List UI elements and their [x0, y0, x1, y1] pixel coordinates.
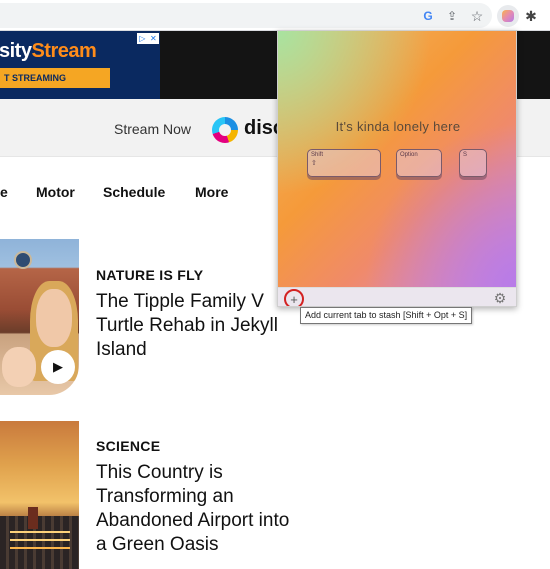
ad-close-icon[interactable]: ✕ [150, 34, 157, 43]
share-icon[interactable]: ⇪ [443, 7, 461, 25]
discovery-logo-icon[interactable] [212, 117, 238, 143]
play-icon[interactable]: ▶ [41, 350, 75, 384]
headline-line[interactable]: a Green Oasis [96, 533, 289, 557]
headline-line[interactable]: Abandoned Airport into [96, 509, 289, 533]
nav-item-schedule[interactable]: Schedule [103, 184, 165, 200]
thumbnail-detail [0, 516, 79, 569]
nav-item-partial[interactable]: e [0, 184, 8, 200]
article-headline[interactable]: This Country is Transforming an Abandone… [96, 461, 289, 557]
puzzle-icon[interactable]: ✱ [522, 7, 540, 25]
thumbnail-detail [28, 507, 38, 529]
thumbnail-detail [2, 347, 36, 387]
add-tab-tooltip: Add current tab to stash [Shift + Opt + … [300, 307, 473, 324]
browser-window: G ⇪ ☆ ✱ sityStream T STREAMING ▷ ✕ Strea… [0, 0, 550, 569]
stream-now-label: Stream Now [114, 121, 192, 137]
browser-toolbar: G ⇪ ☆ ✱ [0, 0, 550, 31]
key-label: Shift [311, 152, 324, 158]
article-thumbnail[interactable]: ▶ [0, 239, 79, 395]
headline-line[interactable]: This Country is [96, 461, 289, 485]
headline-line[interactable]: Transforming an [96, 485, 289, 509]
adchoices-icon: ▷ [139, 34, 146, 43]
option-key-illustration: Option [396, 149, 442, 177]
popup-footer: + ⚙ [278, 287, 516, 307]
key-label: S [463, 152, 468, 158]
extension-stash-icon [502, 10, 514, 22]
nav-item-more[interactable]: More [195, 184, 228, 200]
headline-line[interactable]: Turtle Rehab in Jekyll [96, 314, 278, 338]
extension-stash-button[interactable] [497, 5, 519, 27]
article-thumbnail[interactable] [0, 421, 79, 569]
thumbnail-detail [36, 289, 72, 347]
article-headline[interactable]: The Tipple Family V Turtle Rehab in Jeky… [96, 290, 278, 362]
add-tab-button[interactable]: + [284, 289, 304, 307]
thumbnail-detail [10, 531, 70, 533]
headline-line[interactable]: Island [96, 338, 278, 362]
empty-state-message: It's kinda lonely here [335, 119, 461, 134]
ad-brand: sityStream [0, 40, 97, 62]
nav-item-motor[interactable]: Motor [36, 184, 75, 200]
article-category[interactable]: SCIENCE [96, 438, 160, 454]
s-key-illustration: S [459, 149, 487, 177]
shift-icon: ⇧ [311, 160, 317, 167]
key-label: Option [400, 152, 418, 158]
shift-key-illustration: Shift ⇧ [307, 149, 381, 177]
stash-extension-popup: It's kinda lonely here Shift ⇧ Option S … [277, 30, 517, 307]
bookmark-star-icon[interactable]: ☆ [468, 7, 486, 25]
ad-cta-button[interactable]: T STREAMING [0, 68, 110, 88]
headline-line[interactable]: The Tipple Family V [96, 290, 278, 314]
popup-body: It's kinda lonely here Shift ⇧ Option S [278, 31, 516, 287]
article-category[interactable]: NATURE IS FLY [96, 267, 203, 283]
ad-creative[interactable]: sityStream T STREAMING ▷ ✕ [0, 31, 160, 99]
google-icon[interactable]: G [419, 7, 437, 25]
adchoices-badge[interactable]: ▷ ✕ [137, 33, 159, 44]
thumbnail-detail [14, 251, 32, 269]
gear-icon[interactable]: ⚙ [492, 290, 508, 306]
plus-icon: + [290, 291, 298, 307]
